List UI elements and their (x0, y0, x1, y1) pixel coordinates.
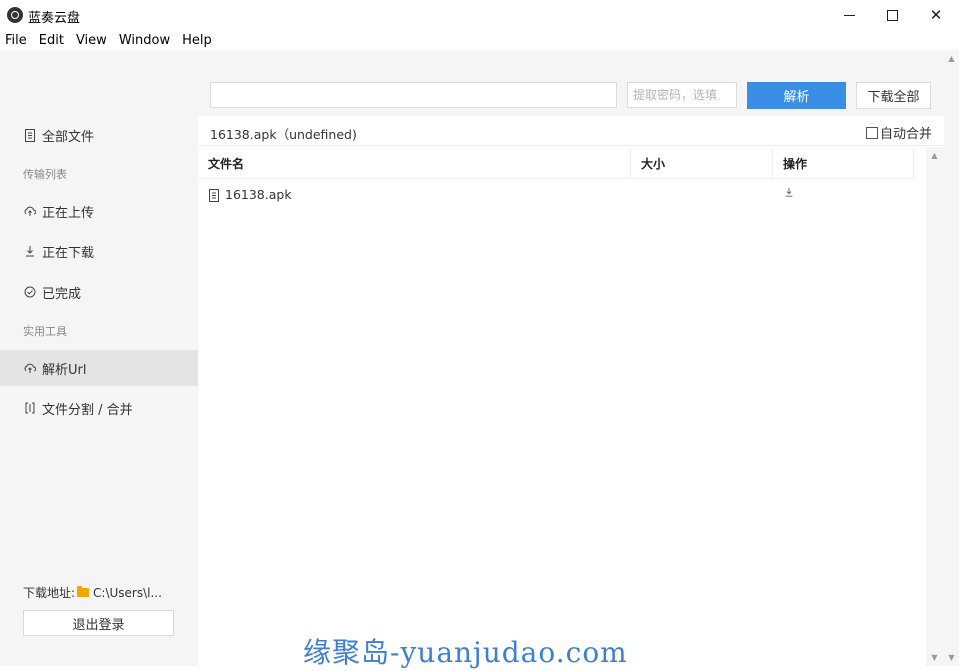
document-icon (23, 128, 37, 142)
download-icon (23, 244, 37, 258)
menu-window[interactable]: Window (113, 33, 176, 48)
sidebar-item-downloading[interactable]: 正在下载 (0, 233, 198, 269)
sidebar-item-label: 正在上传 (42, 205, 95, 221)
title-bar: 蓝奏云盘 ✕ (0, 0, 959, 30)
split-icon (23, 401, 37, 415)
sidebar-item-label: 已完成 (42, 286, 82, 302)
sidebar-item-parse-url[interactable]: 解析Url (0, 350, 198, 386)
table-header: 文件名 大小 操作 (198, 147, 914, 179)
sidebar-item-label: 解析Url (42, 362, 87, 378)
scroll-down-arrow-icon[interactable]: ▼ (927, 653, 942, 662)
menu-help[interactable]: Help (176, 33, 218, 48)
toolbar: 解析 下载全部 (198, 50, 944, 116)
minimize-icon (843, 14, 855, 16)
sidebar-item-uploading[interactable]: 正在上传 (0, 193, 198, 229)
column-header-actions: 操作 (773, 147, 914, 179)
check-circle-icon (23, 285, 37, 299)
minimize-button[interactable] (826, 0, 872, 30)
sidebar-item-label: 全部文件 (42, 129, 95, 145)
maximize-icon (886, 9, 898, 21)
sidebar-item-split-merge[interactable]: 文件分割 / 合并 (0, 390, 198, 426)
table-scrollbar[interactable]: ▲ ▼ (926, 147, 944, 666)
maximize-button[interactable] (869, 0, 915, 30)
menu-edit[interactable]: Edit (33, 33, 70, 48)
app-title: 蓝奏云盘 (28, 11, 81, 26)
download-path: 下载地址: C:\Users\l... (23, 584, 162, 601)
download-icon[interactable] (784, 186, 794, 200)
logout-button[interactable]: 退出登录 (23, 610, 174, 636)
close-icon: ✕ (929, 6, 943, 24)
auto-merge-checkbox[interactable] (865, 126, 878, 139)
download-path-label: 下载地址: (23, 586, 76, 600)
folder-icon (77, 586, 90, 597)
auto-merge-label: 自动合并 (879, 127, 932, 142)
auto-merge-toggle[interactable]: 自动合并 (865, 123, 932, 142)
table-row[interactable]: 16138.apk (198, 179, 914, 211)
document-icon (208, 188, 220, 202)
sidebar: 全部文件 传输列表 正在上传 正在下载 已完成 实用工具 解析Url 文件分割 … (0, 50, 198, 666)
tools-section-label: 实用工具 (23, 325, 67, 338)
app-logo-icon (7, 7, 23, 23)
password-input[interactable] (627, 82, 737, 108)
transfer-section-label: 传输列表 (23, 168, 67, 181)
close-button[interactable]: ✕ (913, 0, 959, 30)
column-header-name[interactable]: 文件名 (198, 147, 631, 179)
watermark: 缘聚岛-yuanjudao.com (303, 636, 628, 669)
file-info-row: 16138.apk（undefined) 自动合并 (198, 116, 944, 146)
download-all-button[interactable]: 下载全部 (856, 82, 931, 109)
sidebar-item-completed[interactable]: 已完成 (0, 274, 198, 310)
sidebar-item-label: 正在下载 (42, 245, 95, 261)
window-scrollbar[interactable]: ▲ ▼ (944, 50, 959, 666)
file-info-text: 16138.apk（undefined) (210, 127, 357, 142)
parse-button[interactable]: 解析 (747, 82, 846, 109)
scroll-up-arrow-icon[interactable]: ▲ (927, 151, 942, 160)
menu-file[interactable]: File (0, 33, 33, 48)
scroll-down-arrow-icon[interactable]: ▼ (944, 653, 959, 662)
upload-cloud-icon (23, 361, 37, 375)
scroll-up-arrow-icon[interactable]: ▲ (944, 54, 959, 63)
sidebar-item-all-files[interactable]: 全部文件 (0, 117, 198, 153)
upload-cloud-icon (23, 204, 37, 218)
column-header-size[interactable]: 大小 (631, 147, 773, 179)
sidebar-item-label: 文件分割 / 合并 (42, 402, 133, 418)
download-path-value[interactable]: C:\Users\l... (93, 586, 162, 600)
file-name: 16138.apk (225, 187, 292, 202)
url-input[interactable] (210, 82, 617, 108)
file-name-cell: 16138.apk (208, 187, 292, 202)
menu-bar: File Edit View Window Help (0, 30, 959, 50)
menu-view[interactable]: View (70, 33, 113, 48)
main-panel: 解析 下载全部 16138.apk（undefined) 自动合并 文件名 大小… (198, 50, 944, 666)
